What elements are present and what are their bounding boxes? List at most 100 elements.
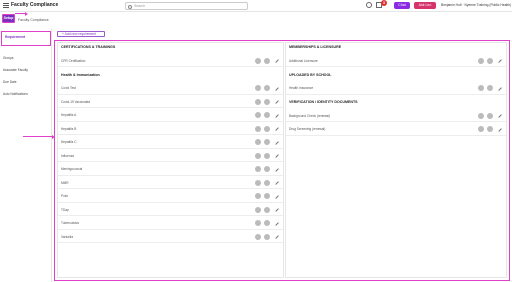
check-icon[interactable]	[255, 98, 261, 105]
settings-icon[interactable]	[487, 85, 493, 91]
sidebar-item-associate-faculty[interactable]: Associate Faculty	[3, 68, 28, 72]
settings-icon[interactable]	[264, 233, 270, 240]
requirement-row: Hepatitis B	[58, 122, 283, 135]
search-icon	[128, 4, 132, 9]
requirement-row: Additional Licensure	[286, 54, 506, 67]
check-icon[interactable]	[255, 193, 261, 199]
ask-leo-button[interactable]: Ask Leo	[414, 2, 436, 9]
section-heading: CERTIFICATIONS & TRAININGS	[61, 45, 116, 49]
edit-pencil-icon[interactable]	[273, 165, 279, 172]
search-input[interactable]: Search	[125, 2, 248, 10]
requirement-row: Health Insurance	[286, 82, 506, 95]
check-icon[interactable]	[255, 139, 261, 145]
section-heading: UPLOADED BY SCHOOL	[289, 72, 332, 77]
edit-pencil-icon[interactable]	[273, 111, 279, 118]
requirement-row: CPR Certification	[58, 54, 283, 67]
requirement-label: TDap	[61, 207, 69, 212]
add-requirement-button[interactable]: + Add new requirement	[57, 31, 105, 37]
settings-icon[interactable]	[264, 220, 270, 226]
tab-faculty-compliance[interactable]: Faculty Compliance	[18, 18, 49, 22]
settings-icon[interactable]	[264, 112, 270, 118]
check-icon[interactable]	[255, 152, 261, 159]
edit-pencil-icon[interactable]	[496, 125, 502, 132]
requirement-row: TDap	[58, 203, 283, 216]
check-icon[interactable]	[255, 233, 261, 240]
settings-icon[interactable]	[264, 206, 270, 213]
check-icon[interactable]	[478, 112, 484, 119]
check-icon[interactable]	[255, 179, 261, 186]
requirement-label: MMR	[61, 180, 69, 185]
setup-button[interactable]: Setup	[2, 14, 15, 23]
requirement-row: Hepatitis A	[58, 109, 283, 122]
check-icon[interactable]	[255, 166, 261, 172]
sidebar-item-due-date[interactable]: Due Date	[3, 80, 16, 84]
annotation-arrow	[15, 11, 28, 16]
requirements-right-column: MEMBERSHIPS & LICENSURE Additional Licens…	[285, 42, 507, 278]
requirement-label: Background Check (renewal)	[289, 113, 331, 118]
settings-icon[interactable]	[264, 193, 270, 199]
gear-icon[interactable]	[366, 2, 372, 8]
user-name[interactable]: Benjamin Holt · Nyenne Training (Public …	[441, 3, 511, 7]
settings-icon[interactable]	[264, 139, 270, 145]
app-title: Faculty Compliance	[11, 2, 59, 8]
chat-button[interactable]: Chat	[394, 2, 410, 9]
requirement-label: Hepatitis B	[61, 126, 77, 131]
sidebar-item-groups[interactable]: Groups	[3, 56, 13, 60]
settings-icon[interactable]	[264, 98, 270, 105]
edit-pencil-icon[interactable]	[273, 125, 279, 131]
section-heading: VERIFICATION / IDENTITY DOCUMENTS	[289, 100, 358, 104]
notification-badge: 3	[381, 0, 387, 6]
requirement-label: Covid-19 Vaccinated	[61, 99, 91, 104]
edit-pencil-icon[interactable]	[273, 192, 279, 199]
edit-pencil-icon[interactable]	[273, 179, 279, 185]
requirement-label: Hepatitis C	[61, 140, 77, 144]
requirement-row: MMR	[58, 176, 283, 189]
sidebar	[0, 28, 52, 282]
settings-icon[interactable]	[264, 166, 270, 172]
requirement-row: Meningococcal	[58, 163, 283, 176]
requirements-left-column: CERTIFICATIONS & TRAININGS CPR Certificat…	[57, 42, 284, 278]
sidebar-item-requirement[interactable]: Requirement	[1, 31, 51, 46]
search-placeholder: Search	[134, 4, 146, 8]
settings-icon[interactable]	[264, 179, 270, 186]
settings-icon[interactable]	[264, 152, 270, 159]
edit-pencil-icon[interactable]	[273, 84, 279, 91]
requirement-label: Polio	[61, 194, 69, 198]
check-icon[interactable]	[478, 85, 484, 91]
section-heading: Health & Immunization	[61, 72, 100, 77]
requirement-label: Varicella	[61, 234, 73, 239]
edit-pencil-icon[interactable]	[273, 57, 279, 63]
requirement-row: Tuberculosis	[58, 217, 283, 230]
edit-pencil-icon[interactable]	[273, 138, 279, 145]
edit-pencil-icon[interactable]	[496, 84, 502, 91]
settings-icon[interactable]	[487, 112, 493, 119]
requirement-row: Background Check (renewal)	[286, 109, 506, 122]
settings-icon[interactable]	[264, 85, 270, 91]
section-heading: MEMBERSHIPS & LICENSURE	[289, 45, 342, 49]
check-icon[interactable]	[255, 220, 261, 226]
settings-icon[interactable]	[487, 57, 493, 64]
edit-pencil-icon[interactable]	[273, 233, 279, 239]
sidebar-item-label: Requirement	[5, 35, 26, 39]
settings-icon[interactable]	[487, 126, 493, 132]
check-icon[interactable]	[478, 57, 484, 64]
check-icon[interactable]	[255, 112, 261, 118]
edit-pencil-icon[interactable]	[273, 206, 279, 212]
check-icon[interactable]	[255, 57, 261, 64]
requirement-label: Influenza	[61, 153, 74, 158]
edit-pencil-icon[interactable]	[273, 219, 279, 226]
edit-pencil-icon[interactable]	[496, 57, 502, 63]
requirement-label: Additional Licensure	[289, 58, 318, 63]
check-icon[interactable]	[255, 206, 261, 213]
edit-pencil-icon[interactable]	[273, 98, 279, 104]
edit-pencil-icon[interactable]	[496, 112, 502, 118]
menu-icon[interactable]	[3, 3, 9, 8]
check-icon[interactable]	[255, 125, 261, 132]
settings-icon[interactable]	[264, 125, 270, 132]
check-icon[interactable]	[255, 85, 261, 91]
requirement-label: Tuberculosis	[61, 221, 79, 225]
check-icon[interactable]	[478, 126, 484, 132]
edit-pencil-icon[interactable]	[273, 152, 279, 158]
settings-icon[interactable]	[264, 57, 270, 64]
sidebar-item-auto-notifications[interactable]: Auto Notifications	[3, 92, 28, 96]
